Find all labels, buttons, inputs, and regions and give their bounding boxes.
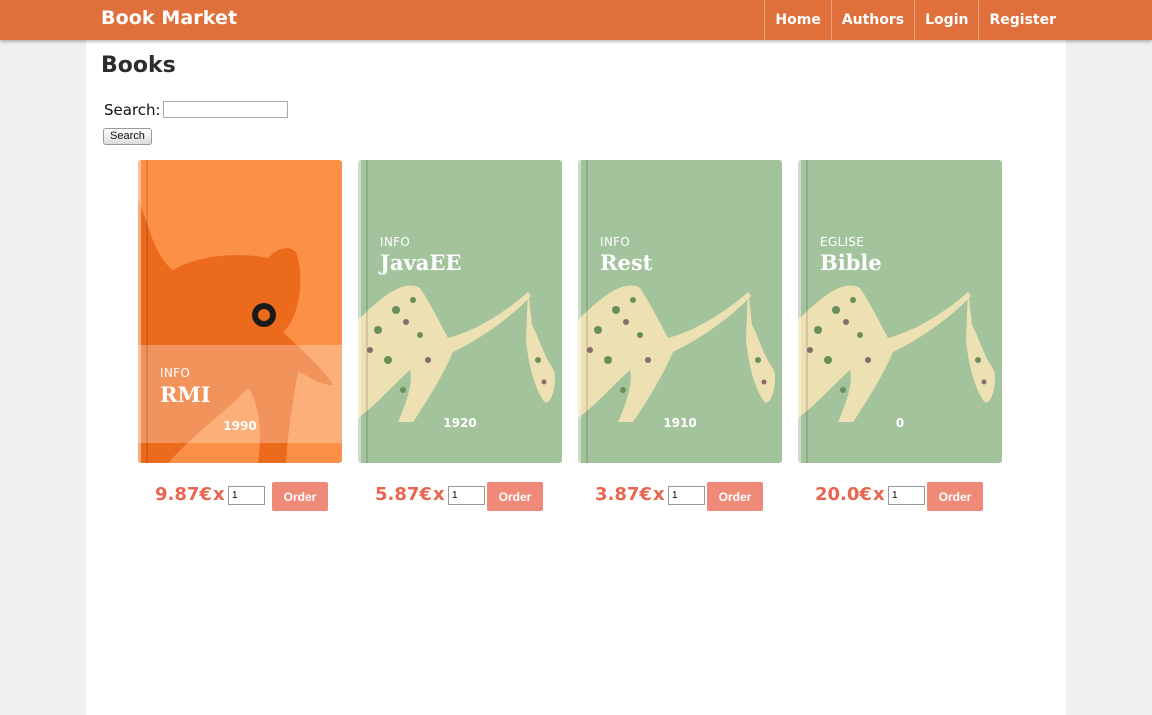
book-category: INFO bbox=[160, 366, 191, 380]
book-cover-rest[interactable]: INFO Rest 1910 bbox=[578, 160, 782, 463]
book-title: Rest bbox=[600, 250, 653, 275]
nav-authors[interactable]: Authors bbox=[830, 0, 914, 40]
multiply-sign: x bbox=[213, 484, 225, 505]
nav-login[interactable]: Login bbox=[914, 0, 978, 40]
cover-spine-edge bbox=[146, 160, 148, 463]
quantity-input[interactable] bbox=[448, 486, 485, 505]
book-price: 5.87€ bbox=[375, 484, 432, 505]
book-cover-bible[interactable]: EGLISE Bible 0 bbox=[798, 160, 1002, 463]
book-cover-javaee[interactable]: INFO JavaEE 1920 bbox=[358, 160, 562, 463]
book-category: INFO bbox=[600, 235, 631, 249]
search-label: Search: bbox=[104, 101, 161, 119]
book-price: 3.87€ bbox=[595, 484, 652, 505]
quantity-input[interactable] bbox=[228, 486, 265, 505]
quantity-input[interactable] bbox=[668, 486, 705, 505]
search-button[interactable]: Search bbox=[103, 128, 152, 145]
book-title: RMI bbox=[160, 382, 211, 407]
brand-link[interactable]: Book Market bbox=[101, 7, 237, 29]
quantity-input[interactable] bbox=[888, 486, 925, 505]
book-year: 1920 bbox=[443, 416, 477, 430]
page-title: Books bbox=[101, 53, 176, 78]
book-year: 1990 bbox=[223, 419, 257, 433]
order-button[interactable]: Order bbox=[487, 482, 543, 511]
multiply-sign: x bbox=[433, 484, 445, 505]
book-price: 20.0€ bbox=[815, 484, 872, 505]
book-category: INFO bbox=[380, 235, 411, 249]
nav-home[interactable]: Home bbox=[764, 0, 830, 40]
order-button[interactable]: Order bbox=[707, 482, 763, 511]
multiply-sign: x bbox=[653, 484, 665, 505]
book-cover-rmi[interactable]: INFO RMI 1990 bbox=[138, 160, 342, 463]
cover-spine bbox=[138, 160, 141, 463]
book-year: 0 bbox=[895, 416, 905, 430]
top-navbar: Book Market Home Authors Login Register bbox=[0, 0, 1152, 40]
multiply-sign: x bbox=[873, 484, 885, 505]
book-category: EGLISE bbox=[820, 235, 865, 249]
order-button[interactable]: Order bbox=[927, 482, 983, 511]
book-title: JavaEE bbox=[380, 250, 462, 275]
book-title: Bible bbox=[820, 250, 882, 275]
book-year: 1910 bbox=[663, 416, 697, 430]
order-button[interactable]: Order bbox=[272, 482, 328, 511]
main-content: Books Search: Search INFO RMI 1990 INFO … bbox=[86, 40, 1066, 715]
book-price: 9.87€ bbox=[155, 484, 212, 505]
nav-register[interactable]: Register bbox=[978, 0, 1066, 40]
search-input[interactable] bbox=[163, 101, 288, 118]
main-nav: Home Authors Login Register bbox=[764, 0, 1066, 40]
